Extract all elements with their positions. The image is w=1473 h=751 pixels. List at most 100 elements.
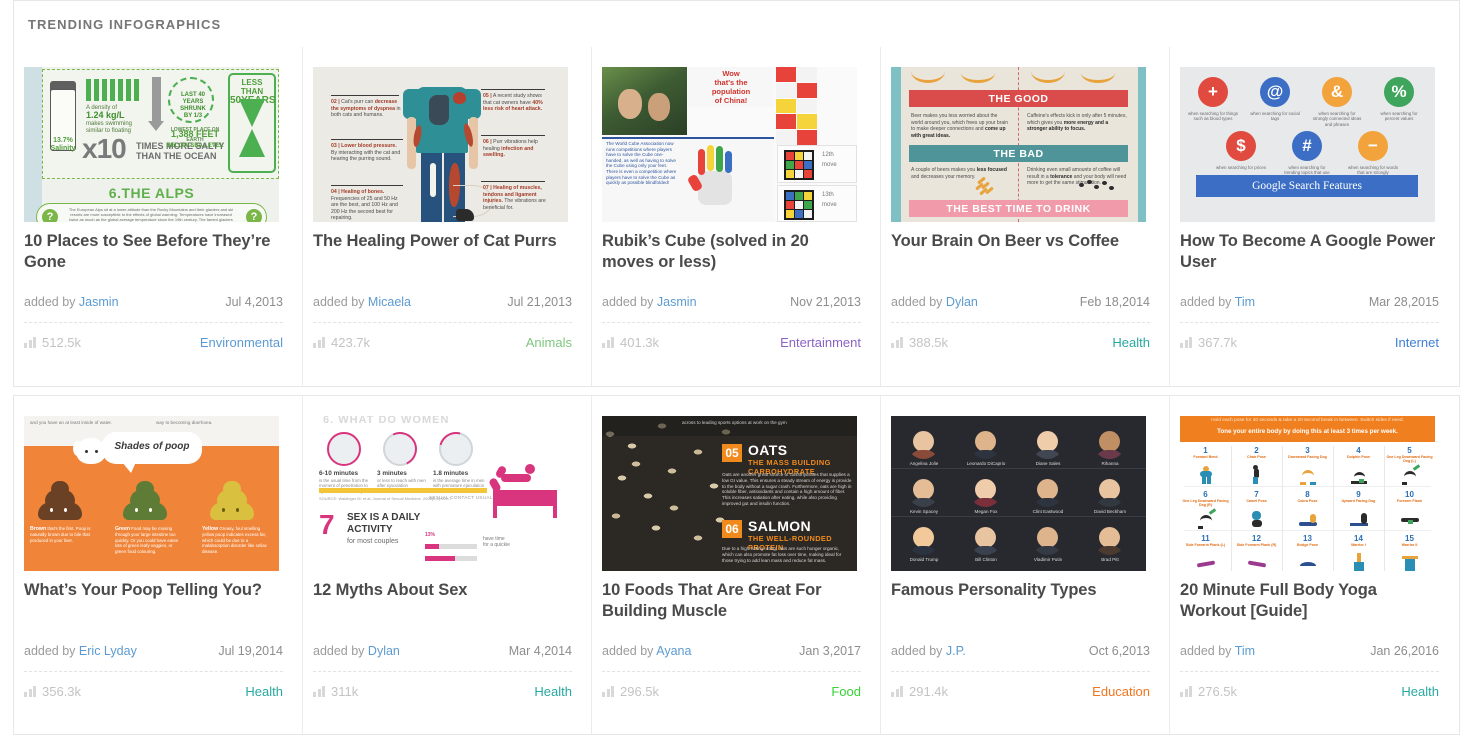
- category-link[interactable]: Health: [534, 684, 572, 699]
- view-count: 401.3k: [620, 335, 660, 350]
- category-link[interactable]: Environmental: [200, 335, 283, 350]
- at-icon: @: [1260, 77, 1290, 107]
- view-count-group: 296.5k: [602, 684, 659, 699]
- card-date: Feb 18,2014: [1079, 295, 1150, 309]
- card-title[interactable]: 10 Places to See Before They’re Gone: [24, 231, 286, 272]
- category-link[interactable]: Internet: [1395, 335, 1439, 350]
- infographic-card[interactable]: 02 | Cat's purr can decrease the symptom…: [303, 47, 592, 386]
- oats-and-salmon-art: across to leading sports options at work…: [602, 416, 857, 571]
- ampersand-icon: &: [1322, 77, 1352, 107]
- card-row-1: 13.7% Salinity A density of 1.24 kg/L makes…: [13, 47, 1460, 387]
- card-meta: added by J.P. Oct 6,2013: [891, 644, 1150, 658]
- card-title[interactable]: Your Brain On Beer vs Coffee: [891, 231, 1153, 252]
- card-divider: [1180, 322, 1439, 323]
- category-link[interactable]: Animals: [526, 335, 572, 350]
- view-count-group: 276.5k: [1180, 684, 1237, 699]
- card-title[interactable]: 20 Minute Full Body Yoga Workout [Guide]: [1180, 580, 1442, 621]
- category-link[interactable]: Food: [831, 684, 861, 699]
- card-title[interactable]: Famous Personality Types: [891, 580, 1153, 601]
- google-search-features-art: + @ & % when searching for things such a…: [1180, 67, 1435, 222]
- shades-of-poop-art: and you have an at least inside of water…: [24, 416, 279, 571]
- infographic-card[interactable]: 6. WHAT DO WOMEN 6-10 minutes is the usu…: [303, 396, 592, 734]
- bar-chart-icon: [24, 337, 36, 348]
- infographic-card[interactable]: THE GOOD Beer makes you less worried abo…: [881, 47, 1170, 386]
- card-meta: added by Micaela Jul 21,2013: [313, 295, 572, 309]
- card-thumbnail[interactable]: 02 | Cat's purr can decrease the symptom…: [313, 67, 568, 222]
- infographic-card[interactable]: Hold each pose for 40 seconds & take a 2…: [1170, 396, 1459, 734]
- author-link[interactable]: Tim: [1235, 644, 1255, 658]
- author-link[interactable]: Tim: [1235, 295, 1255, 309]
- card-stats: 401.3k Entertainment: [602, 335, 861, 350]
- category-link[interactable]: Education: [1092, 684, 1150, 699]
- author-link[interactable]: Eric Lyday: [79, 644, 137, 658]
- card-stats: 356.3k Health: [24, 684, 283, 699]
- infographic-card[interactable]: 13.7% Salinity A density of 1.24 kg/L makes…: [14, 47, 303, 386]
- card-divider: [24, 322, 283, 323]
- card-row-2: and you have an at least inside of water…: [13, 395, 1460, 735]
- card-author: added by Jasmin: [24, 295, 119, 309]
- card-title[interactable]: Rubik’s Cube (solved in 20 moves or less…: [602, 231, 864, 272]
- card-date: Oct 6,2013: [1088, 644, 1150, 658]
- card-stats: 311k Health: [313, 684, 572, 699]
- view-count: 296.5k: [620, 684, 660, 699]
- card-stats: 276.5k Health: [1180, 684, 1439, 699]
- card-author: added by Tim: [1180, 644, 1256, 658]
- card-stats: 388.5k Health: [891, 335, 1150, 350]
- view-count-group: 367.7k: [1180, 335, 1237, 350]
- infographic-card[interactable]: Wow that's the population of China! The Wor…: [592, 47, 881, 386]
- plus-icon: +: [1198, 77, 1228, 107]
- category-link[interactable]: Health: [1112, 335, 1150, 350]
- card-thumbnail[interactable]: Angelina Jolie Leonardo DiCaprio Diane S…: [891, 416, 1146, 571]
- card-author: added by Micaela: [313, 295, 411, 309]
- card-date: Jul 21,2013: [507, 295, 572, 309]
- author-link[interactable]: Jasmin: [657, 295, 697, 309]
- card-title[interactable]: The Healing Power of Cat Purrs: [313, 231, 575, 252]
- card-thumbnail[interactable]: + @ & % when searching for things such a…: [1180, 67, 1435, 222]
- author-link[interactable]: Dylan: [368, 644, 400, 658]
- card-title[interactable]: What’s Your Poop Telling You?: [24, 580, 286, 601]
- card-divider: [602, 322, 861, 323]
- card-thumbnail[interactable]: Hold each pose for 40 seconds & take a 2…: [1180, 416, 1435, 571]
- card-thumbnail[interactable]: THE GOOD Beer makes you less worried abo…: [891, 67, 1146, 222]
- category-link[interactable]: Health: [1401, 684, 1439, 699]
- author-link[interactable]: J.P.: [946, 644, 966, 658]
- dollar-icon: $: [1226, 131, 1256, 161]
- infographic-card[interactable]: Angelina Jolie Leonardo DiCaprio Diane S…: [881, 396, 1170, 734]
- infographic-card[interactable]: across to leading sports options at work…: [592, 396, 881, 734]
- card-author: added by Jasmin: [602, 295, 697, 309]
- card-divider: [891, 671, 1150, 672]
- minus-icon: −: [1358, 131, 1388, 161]
- view-count-group: 291.4k: [891, 684, 948, 699]
- myths-about-sex-art: 6. WHAT DO WOMEN 6-10 minutes is the usu…: [313, 416, 568, 571]
- author-link[interactable]: Ayana: [656, 644, 691, 658]
- view-count-group: 311k: [313, 684, 358, 699]
- hash-icon: #: [1292, 131, 1322, 161]
- card-author: added by Tim: [1180, 295, 1256, 309]
- card-thumbnail[interactable]: 13.7% Salinity A density of 1.24 kg/L makes…: [24, 67, 279, 222]
- card-meta: added by Eric Lyday Jul 19,2014: [24, 644, 283, 658]
- card-thumbnail[interactable]: across to leading sports options at work…: [602, 416, 857, 571]
- author-link[interactable]: Jasmin: [79, 295, 119, 309]
- bar-chart-icon: [602, 337, 614, 348]
- author-link[interactable]: Dylan: [946, 295, 978, 309]
- author-link[interactable]: Micaela: [368, 295, 411, 309]
- bar-chart-icon: [1180, 686, 1192, 697]
- card-thumbnail[interactable]: Wow that's the population of China! The Wor…: [602, 67, 857, 222]
- alps-salinity-infographic-art: 13.7% Salinity A density of 1.24 kg/L makes…: [24, 67, 279, 222]
- card-title[interactable]: How To Become A Google Power User: [1180, 231, 1442, 272]
- card-thumbnail[interactable]: 6. WHAT DO WOMEN 6-10 minutes is the usu…: [313, 416, 568, 571]
- card-title[interactable]: 12 Myths About Sex: [313, 580, 575, 601]
- card-title[interactable]: 10 Foods That Are Great For Building Mus…: [602, 580, 864, 621]
- card-divider: [313, 322, 572, 323]
- card-stats: 512.5k Environmental: [24, 335, 283, 350]
- view-count: 423.7k: [331, 335, 371, 350]
- bar-chart-icon: [891, 686, 903, 697]
- category-link[interactable]: Entertainment: [780, 335, 861, 350]
- section-header: TRENDING INFOGRAPHICS: [13, 0, 1460, 48]
- category-link[interactable]: Health: [245, 684, 283, 699]
- infographic-card[interactable]: + @ & % when searching for things such a…: [1170, 47, 1459, 386]
- infographic-card[interactable]: and you have an at least inside of water…: [14, 396, 303, 734]
- card-divider: [602, 671, 861, 672]
- bar-chart-icon: [313, 337, 325, 348]
- card-thumbnail[interactable]: and you have an at least inside of water…: [24, 416, 279, 571]
